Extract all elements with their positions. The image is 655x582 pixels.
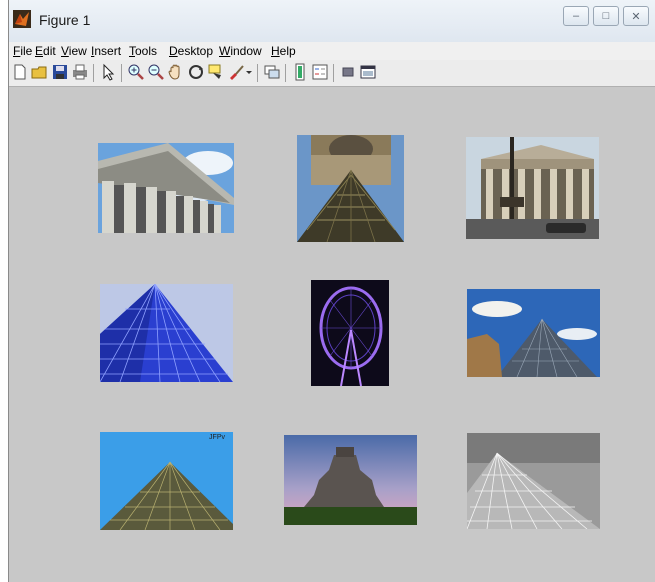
- close-button[interactable]: ✕: [623, 6, 649, 26]
- hide-plot-tools-icon[interactable]: [339, 63, 357, 81]
- image-ferris-wheel: [311, 280, 389, 386]
- menu-window[interactable]: Window: [219, 44, 262, 58]
- menu-view[interactable]: View: [61, 44, 87, 58]
- zoom-out-icon[interactable]: [147, 63, 165, 81]
- image-blue-pyramid: [100, 284, 233, 382]
- colorbar-icon[interactable]: [291, 63, 309, 81]
- title-bar[interactable]: Figure 1 – □ ✕: [9, 0, 655, 43]
- menu-insert[interactable]: Insert: [91, 44, 121, 58]
- legend-icon[interactable]: [311, 63, 329, 81]
- link-plot-icon[interactable]: [263, 63, 281, 81]
- image-caption: JFPv: [209, 434, 225, 441]
- figure-window: Figure 1 – □ ✕ File Edit View Insert Too…: [8, 0, 655, 582]
- brush-icon[interactable]: [227, 63, 245, 81]
- image-mayan-pyramid: [284, 435, 417, 525]
- show-plot-tools-icon[interactable]: [359, 63, 377, 81]
- open-file-icon[interactable]: [31, 63, 49, 81]
- maximize-button[interactable]: □: [593, 6, 619, 26]
- image-glass-pyramid: [467, 433, 600, 529]
- figure-canvas[interactable]: JFPv: [9, 87, 655, 582]
- image-temple-columns: [98, 143, 234, 233]
- new-figure-icon[interactable]: [11, 63, 29, 81]
- menu-file[interactable]: File: [13, 44, 32, 58]
- save-icon[interactable]: [51, 63, 69, 81]
- minimize-button[interactable]: –: [563, 6, 589, 26]
- image-pantheon: [466, 137, 599, 239]
- menu-tools[interactable]: Tools: [129, 44, 157, 58]
- image-louvre-palace: [297, 135, 404, 242]
- image-pyramid-blue-sky: JFPv: [100, 432, 233, 530]
- data-cursor-icon[interactable]: [207, 63, 225, 81]
- menu-edit[interactable]: Edit: [35, 44, 56, 58]
- zoom-in-icon[interactable]: [127, 63, 145, 81]
- brush-dropdown-icon[interactable]: [245, 63, 253, 81]
- matlab-logo-icon: [13, 10, 31, 28]
- edit-plot-arrow-icon[interactable]: [99, 63, 117, 81]
- figure-toolbar: [9, 60, 655, 87]
- rotate-3d-icon[interactable]: [187, 63, 205, 81]
- menu-bar: File Edit View Insert Tools Desktop Wind…: [9, 42, 655, 60]
- window-title: Figure 1: [39, 12, 91, 28]
- pan-hand-icon[interactable]: [167, 63, 185, 81]
- menu-help[interactable]: Help: [271, 44, 296, 58]
- menu-desktop[interactable]: Desktop: [169, 44, 213, 58]
- image-louvre-sky: [467, 289, 600, 377]
- print-icon[interactable]: [71, 63, 89, 81]
